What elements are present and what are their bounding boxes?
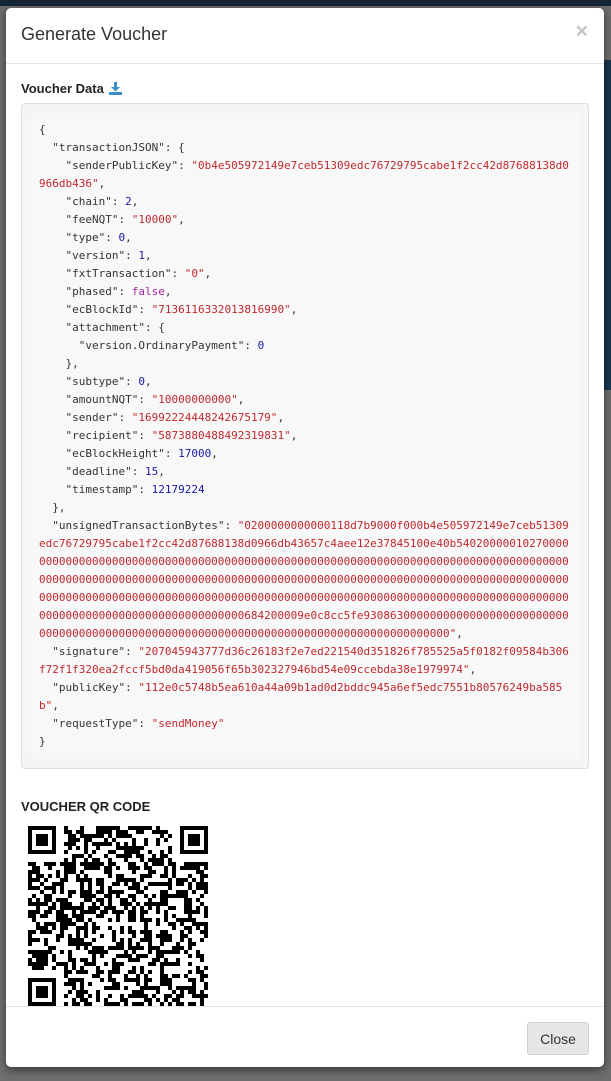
close-button[interactable]: Close — [527, 1022, 589, 1055]
qr-code-label: VOUCHER QR CODE — [21, 799, 151, 814]
voucher-data-well: { "transactionJSON": { "senderPublicKey"… — [21, 103, 589, 769]
qr-code-graphic — [28, 826, 208, 1006]
close-icon[interactable]: × — [576, 20, 588, 44]
generate-voucher-modal: Generate Voucher × Voucher Data { "trans… — [6, 8, 604, 1067]
voucher-json: { "transactionJSON": { "senderPublicKey"… — [31, 113, 579, 759]
voucher-data-heading: Voucher Data — [21, 81, 589, 96]
modal-header: Generate Voucher × — [6, 8, 604, 64]
voucher-qr-code — [28, 826, 208, 1006]
modal-footer: Close — [6, 1006, 604, 1067]
voucher-data-label: Voucher Data — [21, 81, 104, 96]
modal-body: Voucher Data { "transactionJSON": { "sen… — [21, 81, 589, 1006]
download-icon[interactable] — [108, 82, 122, 95]
modal-title: Generate Voucher — [21, 24, 168, 44]
